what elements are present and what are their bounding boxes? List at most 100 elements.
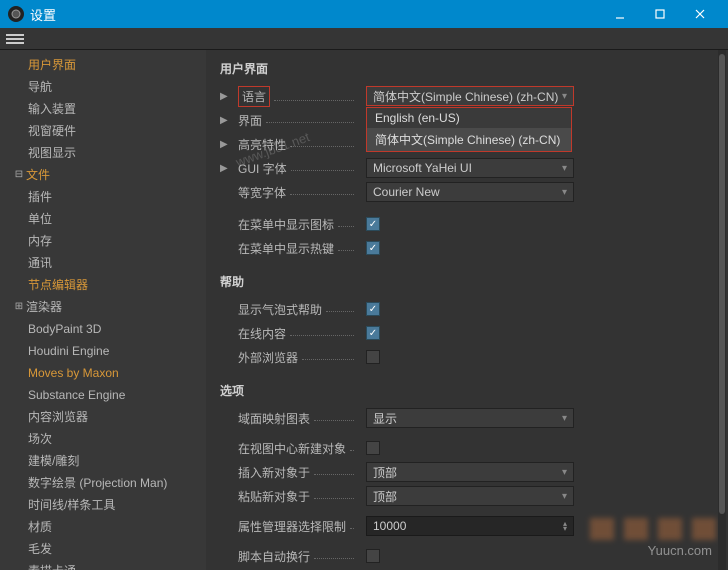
- menu-icons-checkbox[interactable]: ✓: [366, 217, 380, 231]
- sidebar-item[interactable]: 导航: [4, 76, 206, 98]
- sidebar-item[interactable]: Substance Engine: [4, 384, 206, 406]
- chevron-down-icon: ▾: [562, 187, 567, 198]
- app-icon: [8, 6, 24, 22]
- label-mono-font: 等宽字体: [238, 184, 286, 201]
- sidebar-item-label: 通讯: [28, 254, 52, 272]
- window-title: 设置: [30, 5, 600, 24]
- chevron-down-icon: ▾: [562, 413, 567, 424]
- sidebar-item-label: 文件: [26, 166, 50, 184]
- sidebar-item[interactable]: 毛发: [4, 538, 206, 560]
- label-create-center: 在视图中心新建对象: [238, 440, 346, 457]
- chevron-down-icon: ▾: [562, 91, 567, 102]
- gui-font-select[interactable]: Microsoft YaHei UI▾: [366, 158, 574, 178]
- language-dropdown: English (en-US) 简体中文(Simple Chinese) (zh…: [366, 107, 572, 152]
- menu-hotkeys-checkbox[interactable]: ✓: [366, 241, 380, 255]
- sidebar-item-label: 素描卡通: [28, 562, 76, 570]
- label-insert-at: 插入新对象于: [238, 464, 310, 481]
- sidebar-item[interactable]: 视图显示: [4, 142, 206, 164]
- sidebar-item[interactable]: 内容浏览器: [4, 406, 206, 428]
- label-bubble-help: 显示气泡式帮助: [238, 301, 322, 318]
- sidebar-item-label: 视图显示: [28, 144, 76, 162]
- sidebar-item[interactable]: ⊟文件: [4, 164, 206, 186]
- sidebar-item-label: 数字绘景 (Projection Man): [28, 474, 167, 492]
- menu-icon[interactable]: [6, 32, 24, 46]
- chevron-down-icon: ▾: [562, 467, 567, 478]
- sidebar-item-label: Substance Engine: [28, 386, 125, 404]
- section-options: 选项: [220, 382, 714, 399]
- label-paste-at: 粘贴新对象于: [238, 488, 310, 505]
- sidebar-item[interactable]: 节点编辑器: [4, 274, 206, 296]
- maximize-button[interactable]: [640, 0, 680, 28]
- label-gui-font: GUI 字体: [238, 160, 287, 177]
- sidebar-item-label: 插件: [28, 188, 52, 206]
- chevron-down-icon: ▾: [562, 491, 567, 502]
- sidebar-item-label: 导航: [28, 78, 52, 96]
- script-wrap-checkbox[interactable]: [366, 549, 380, 563]
- expand-icon[interactable]: ▶: [220, 163, 230, 174]
- online-content-checkbox[interactable]: ✓: [366, 326, 380, 340]
- sidebar-item-label: 输入装置: [28, 100, 76, 118]
- label-menu-hotkeys: 在菜单中显示热键: [238, 240, 334, 257]
- tree-expander-icon[interactable]: ⊟: [14, 170, 24, 180]
- sidebar-item[interactable]: 单位: [4, 208, 206, 230]
- sidebar-item-label: Houdini Engine: [28, 342, 109, 360]
- sidebar-item[interactable]: 输入装置: [4, 98, 206, 120]
- sidebar-item[interactable]: 用户界面: [4, 54, 206, 76]
- section-help: 帮助: [220, 273, 714, 290]
- sidebar-item[interactable]: 通讯: [4, 252, 206, 274]
- sidebar-item-label: 内容浏览器: [28, 408, 88, 426]
- sidebar-item-label: 材质: [28, 518, 52, 536]
- sidebar-item[interactable]: 场次: [4, 428, 206, 450]
- sidebar-item[interactable]: BodyPaint 3D: [4, 318, 206, 340]
- spinner-icon[interactable]: ▴▾: [563, 521, 567, 531]
- sidebar-item[interactable]: Houdini Engine: [4, 340, 206, 362]
- language-select[interactable]: 简体中文(Simple Chinese) (zh-CN) ▾: [366, 86, 574, 106]
- domain-map-select[interactable]: 显示▾: [366, 408, 574, 428]
- external-browser-checkbox[interactable]: [366, 350, 380, 364]
- scrollbar-thumb[interactable]: [719, 54, 725, 514]
- sidebar-item[interactable]: 时间线/样条工具: [4, 494, 206, 516]
- expand-icon[interactable]: ▶: [220, 91, 230, 102]
- sidebar-item-label: BodyPaint 3D: [28, 320, 101, 338]
- bubble-help-checkbox[interactable]: ✓: [366, 302, 380, 316]
- label-domain-map: 域面映射图表: [238, 410, 310, 427]
- language-option-zh[interactable]: 简体中文(Simple Chinese) (zh-CN): [367, 128, 571, 151]
- sidebar-item-label: 场次: [28, 430, 52, 448]
- sidebar: 用户界面导航输入装置视窗硬件视图显示 ⊟文件插件单位内存通讯节点编辑器 ⊞渲染器 Bo…: [0, 50, 206, 570]
- create-center-checkbox[interactable]: [366, 441, 380, 455]
- sidebar-item[interactable]: 素描卡通: [4, 560, 206, 570]
- language-option-en[interactable]: English (en-US): [367, 108, 571, 128]
- minimize-button[interactable]: [600, 0, 640, 28]
- tree-expander-icon[interactable]: ⊞: [14, 302, 24, 312]
- sidebar-item-label: 单位: [28, 210, 52, 228]
- label-script-wrap: 脚本自动换行: [238, 548, 310, 565]
- attr-limit-input[interactable]: 10000▴▾: [366, 516, 574, 536]
- scrollbar-vertical[interactable]: [718, 50, 726, 570]
- insert-at-select[interactable]: 顶部▾: [366, 462, 574, 482]
- sidebar-item-label: 毛发: [28, 540, 52, 558]
- sidebar-item-label: Moves by Maxon: [28, 364, 119, 382]
- sidebar-item[interactable]: 建模/雕刻: [4, 450, 206, 472]
- sidebar-item[interactable]: ⊞渲染器: [4, 296, 206, 318]
- sidebar-item[interactable]: 材质: [4, 516, 206, 538]
- sidebar-item-label: 节点编辑器: [28, 276, 88, 294]
- mono-font-select[interactable]: Courier New▾: [366, 182, 574, 202]
- sidebar-item-label: 内存: [28, 232, 52, 250]
- expand-icon[interactable]: ▶: [220, 115, 230, 126]
- paste-at-select[interactable]: 顶部▾: [366, 486, 574, 506]
- expand-icon[interactable]: ▶: [220, 139, 230, 150]
- sidebar-item[interactable]: Moves by Maxon: [4, 362, 206, 384]
- sidebar-item[interactable]: 插件: [4, 186, 206, 208]
- sidebar-item[interactable]: 数字绘景 (Projection Man): [4, 472, 206, 494]
- sidebar-item-label: 用户界面: [28, 56, 76, 74]
- label-menu-icons: 在菜单中显示图标: [238, 216, 334, 233]
- label-online-content: 在线内容: [238, 325, 286, 342]
- label-highlight: 高亮特性: [238, 136, 286, 153]
- label-interface: 界面: [238, 112, 262, 129]
- chevron-down-icon: ▾: [562, 163, 567, 174]
- sidebar-item[interactable]: 视窗硬件: [4, 120, 206, 142]
- close-button[interactable]: [680, 0, 720, 28]
- label-language: 语言: [238, 86, 270, 107]
- sidebar-item[interactable]: 内存: [4, 230, 206, 252]
- decorative-blur: [590, 518, 716, 540]
